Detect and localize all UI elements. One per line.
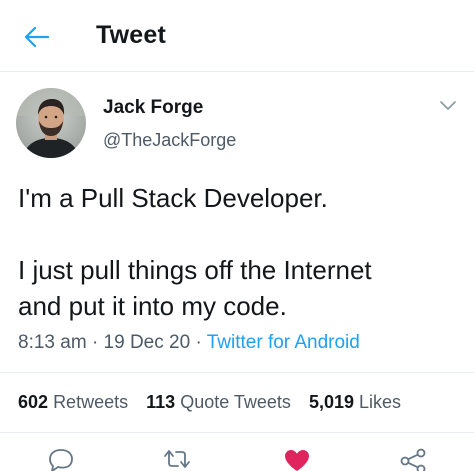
quotes-count: 113: [146, 392, 176, 412]
share-icon: [400, 448, 426, 471]
top-app-bar: Tweet: [0, 0, 474, 72]
chevron-down-icon: [440, 101, 456, 110]
reply-icon: [49, 449, 73, 471]
retweets-count: 602: [18, 392, 49, 412]
tweet-text-line: I'm a Pull Stack Developer.: [18, 183, 328, 213]
share-button[interactable]: [398, 448, 428, 471]
tweet-time: 8:13 am: [18, 332, 87, 353]
retweets-label: Retweets: [53, 392, 129, 412]
likes-count: 5,019: [308, 392, 354, 412]
meta-separator: ·: [91, 332, 99, 353]
tweet-screen: Tweet Jack Forge @TheJackForge I'm a Pul…: [0, 0, 474, 471]
arrow-left-icon: [24, 26, 50, 48]
profile-photo: [16, 88, 86, 158]
retweet-icon: [164, 450, 190, 468]
likes-stat[interactable]: 5,019 Likes: [309, 392, 401, 412]
likes-label: Likes: [359, 392, 402, 412]
back-button[interactable]: [20, 22, 54, 52]
retweet-button[interactable]: [162, 448, 192, 471]
divider: [0, 372, 474, 373]
tweet-meta: 8:13 am · 19 Dec 20 · Twitter for Androi…: [18, 332, 360, 354]
tweet-action-bar: [0, 440, 474, 471]
page-title: Tweet: [96, 21, 166, 49]
quotes-label: Quote Tweets: [180, 392, 291, 412]
meta-separator: ·: [195, 332, 202, 353]
reply-button[interactable]: [46, 448, 76, 471]
quote-tweets-stat[interactable]: 113 Quote Tweets: [146, 392, 291, 412]
avatar[interactable]: [16, 88, 86, 158]
divider: [0, 432, 474, 433]
tweet-text-line: I just pull things off the Internet: [18, 255, 372, 285]
tweet-text: I'm a Pull Stack Developer. I just pull …: [18, 180, 458, 324]
retweets-stat[interactable]: 602 Retweets: [18, 392, 128, 412]
tweet-date: 19 Dec 20: [103, 332, 191, 353]
tweet-source-link[interactable]: Twitter for Android: [207, 332, 360, 353]
more-options-button[interactable]: [436, 96, 460, 116]
tweet-stats: 602 Retweets 113 Quote Tweets 5,019 Like…: [18, 392, 414, 413]
like-heart-icon: [285, 450, 309, 471]
display-name[interactable]: Jack Forge: [103, 97, 203, 119]
user-handle[interactable]: @TheJackForge: [103, 130, 236, 151]
tweet-text-line: and put it into my code.: [18, 291, 287, 321]
like-button[interactable]: [282, 448, 312, 471]
